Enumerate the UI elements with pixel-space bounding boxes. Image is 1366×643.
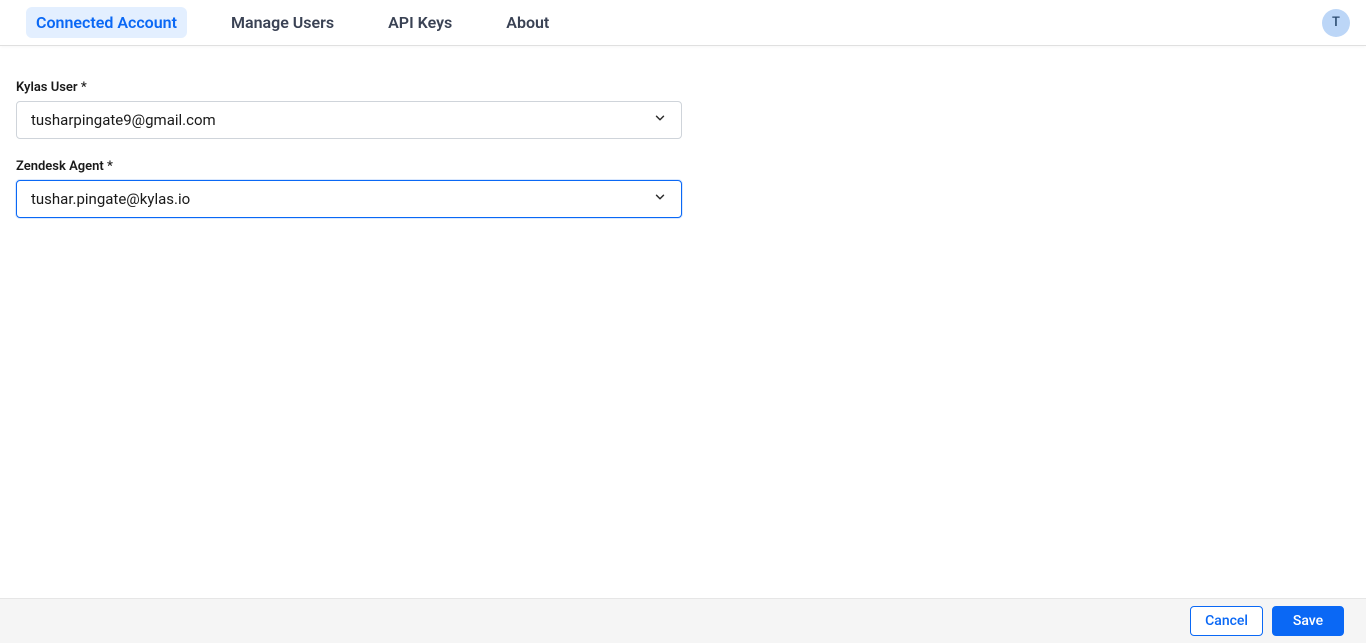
header-bar: Connected Account Manage Users API Keys … xyxy=(0,0,1366,46)
required-mark: * xyxy=(107,159,113,174)
zendesk-agent-select[interactable]: tushar.pingate@kylas.io xyxy=(16,180,682,218)
content-area: Kylas User * tusharpingate9@gmail.com Ze… xyxy=(0,46,1366,218)
tab-list: Connected Account Manage Users API Keys … xyxy=(26,7,559,38)
kylas-user-label: Kylas User * xyxy=(16,80,682,95)
tab-label: Connected Account xyxy=(36,13,177,32)
tab-about[interactable]: About xyxy=(496,7,559,38)
footer-bar: Cancel Save xyxy=(0,598,1366,643)
avatar-initial: T xyxy=(1332,15,1340,30)
tab-api-keys[interactable]: API Keys xyxy=(378,7,462,38)
required-mark: * xyxy=(81,80,87,95)
tab-label: Manage Users xyxy=(231,13,334,32)
chevron-down-icon xyxy=(653,190,667,208)
chevron-down-icon xyxy=(653,111,667,129)
select-value: tushar.pingate@kylas.io xyxy=(31,190,190,208)
tab-label: API Keys xyxy=(388,13,452,32)
tab-label: About xyxy=(506,13,549,32)
save-button[interactable]: Save xyxy=(1272,606,1344,636)
tab-connected-account[interactable]: Connected Account xyxy=(26,7,187,38)
label-text: Kylas User xyxy=(16,80,78,95)
cancel-button[interactable]: Cancel xyxy=(1190,606,1263,636)
zendesk-agent-field-group: Zendesk Agent * tushar.pingate@kylas.io xyxy=(16,159,682,218)
select-value: tusharpingate9@gmail.com xyxy=(31,111,216,129)
zendesk-agent-label: Zendesk Agent * xyxy=(16,159,682,174)
tab-manage-users[interactable]: Manage Users xyxy=(221,7,344,38)
button-label: Cancel xyxy=(1205,613,1248,629)
avatar[interactable]: T xyxy=(1322,9,1350,37)
label-text: Zendesk Agent xyxy=(16,159,104,174)
button-label: Save xyxy=(1293,613,1323,629)
kylas-user-field-group: Kylas User * tusharpingate9@gmail.com xyxy=(16,80,682,139)
kylas-user-select[interactable]: tusharpingate9@gmail.com xyxy=(16,101,682,139)
